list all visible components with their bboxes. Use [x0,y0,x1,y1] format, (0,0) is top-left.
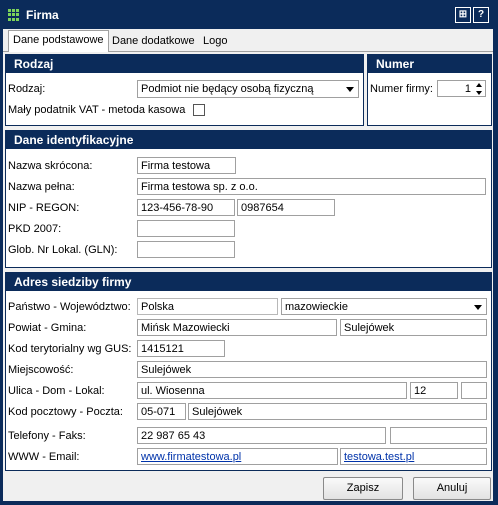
city-label: Miejscowość: [8,364,74,376]
flat-number-input[interactable] [461,382,487,399]
voivodeship-value: mazowieckie [285,301,348,313]
short-name-label: Nazwa skrócona: [8,160,93,172]
house-number-input[interactable]: 12 [410,382,458,399]
phone-input[interactable]: 22 987 65 43 [137,427,386,444]
www-link[interactable]: www.firmatestowa.pl [141,451,241,463]
full-name-input[interactable]: Firma testowa sp. z o.o. [137,178,486,195]
email-input[interactable]: testowa.test.pl [340,448,487,465]
gus-code-input[interactable]: 1415121 [137,340,225,357]
window-title: Firma [26,8,59,22]
post-office-input[interactable]: Sulejówek [188,403,487,420]
dialog-content: Dane podstawowe Dane dodatkowe Logo Rodz… [3,29,493,501]
nip-regon-label: NIP - REGON: [8,202,80,214]
rodzaj-header: Rodzaj [6,55,363,73]
powiat-label: Powiat - Gmina: [8,322,87,334]
country-label: Państwo - Województwo: [8,301,131,313]
grid-app-icon [8,9,20,21]
numer-stepper[interactable]: 1 [437,80,486,97]
numer-header: Numer [368,55,491,73]
pkd-label: PKD 2007: [8,223,62,235]
chevron-down-icon [346,87,354,92]
www-email-label: WWW - Email: [8,451,80,463]
spinner-arrows-icon[interactable] [475,82,483,96]
tab-strip: Dane podstawowe Dane dodatkowe Logo [3,29,493,52]
powiat-input[interactable]: Mińsk Mazowiecki [137,319,337,336]
gln-input[interactable] [137,241,235,258]
tab-logo[interactable]: Logo [199,32,231,50]
voivodeship-select[interactable]: mazowieckie [281,298,487,315]
tab-dane-dodatkowe[interactable]: Dane dodatkowe [108,32,199,50]
street-input[interactable]: ul. Wiosenna [137,382,407,399]
full-name-label: Nazwa pełna: [8,181,75,193]
rodzaj-select-value: Podmiot nie będący osobą fizyczną [141,83,314,95]
chevron-down-icon [474,305,482,310]
address-group: Adres siedziby firmy Państwo - Województ… [5,272,492,471]
www-input[interactable]: www.firmatestowa.pl [137,448,338,465]
identification-group: Dane identyfikacyjne Nazwa skrócona: Fir… [5,130,492,268]
nip-input[interactable]: 123-456-78-90 [137,199,235,216]
title-bar: Firma ⊞ ? [0,0,498,29]
rodzaj-select[interactable]: Podmiot nie będący osobą fizyczną [137,80,359,98]
regon-input[interactable]: 0987654 [237,199,335,216]
gln-label: Glob. Nr Lokal. (GLN): [8,244,118,256]
address-header: Adres siedziby firmy [6,273,491,291]
identification-header: Dane identyfikacyjne [6,131,491,149]
pkd-input[interactable] [137,220,235,237]
fax-input[interactable] [390,427,487,444]
numer-value: 1 [464,83,471,95]
calculator-icon[interactable]: ⊞ [455,7,471,23]
tab-dane-podstawowe[interactable]: Dane podstawowe [8,30,109,52]
phone-label: Telefony - Faks: [8,430,86,442]
vat-label: Mały podatnik VAT - metoda kasowa [8,104,186,116]
city-input[interactable]: Sulejówek [137,361,487,378]
rodzaj-group: Rodzaj Rodzaj: Podmiot nie będący osobą … [5,54,364,126]
vat-checkbox[interactable] [193,104,205,116]
short-name-input[interactable]: Firma testowa [137,157,236,174]
postal-code-input[interactable]: 05-071 [137,403,186,420]
street-label: Ulica - Dom - Lokal: [8,385,105,397]
rodzaj-label: Rodzaj: [8,83,46,95]
numer-label: Numer firmy: [370,83,433,95]
email-link[interactable]: testowa.test.pl [344,451,414,463]
country-input[interactable]: Polska [137,298,278,315]
help-button[interactable]: ? [473,7,489,23]
save-button[interactable]: Zapisz [323,477,403,500]
firma-window: Firma ⊞ ? Dane podstawowe Dane dodatkowe… [0,0,498,505]
gmina-input[interactable]: Sulejówek [340,319,487,336]
postal-label: Kod pocztowy - Poczta: [8,406,123,418]
cancel-button[interactable]: Anuluj [413,477,491,500]
numer-group: Numer Numer firmy: 1 [367,54,492,126]
gus-code-label: Kod terytorialny wg GUS: [8,343,132,355]
